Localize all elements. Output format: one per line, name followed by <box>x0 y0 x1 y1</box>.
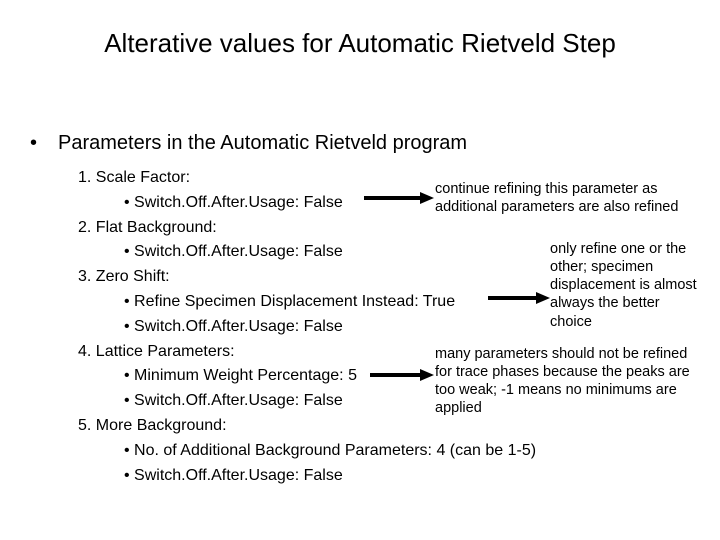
item-3-sub-a: • Refine Specimen Displacement Instead: … <box>78 290 536 315</box>
item-5-sub-b: • Switch.Off.After.Usage: False <box>78 464 536 489</box>
item-2-sub-a: • Switch.Off.After.Usage: False <box>78 240 536 265</box>
top-bullet: •Parameters in the Automatic Rietveld pr… <box>30 132 467 155</box>
arrow-icon <box>370 367 434 383</box>
top-bullet-text: Parameters in the Automatic Rietveld pro… <box>58 132 467 154</box>
item-2: 2. Flat Background: <box>78 216 536 241</box>
note-continue-refining: continue refining this parameter as addi… <box>435 180 695 216</box>
arrow-icon <box>488 290 550 306</box>
note-trace-phases: many parameters should not be refined fo… <box>435 345 693 418</box>
arrow-icon <box>364 190 434 206</box>
item-5-sub-a: • No. of Additional Background Parameter… <box>78 439 536 464</box>
item-5: 5. More Background: <box>78 414 536 439</box>
bullet-dot: • <box>30 132 58 155</box>
item-3-sub-b: • Switch.Off.After.Usage: False <box>78 315 536 340</box>
note-refine-one: only refine one or the other; specimen d… <box>550 240 700 331</box>
item-3: 3. Zero Shift: <box>78 265 536 290</box>
slide-title: Alterative values for Automatic Rietveld… <box>0 28 720 59</box>
